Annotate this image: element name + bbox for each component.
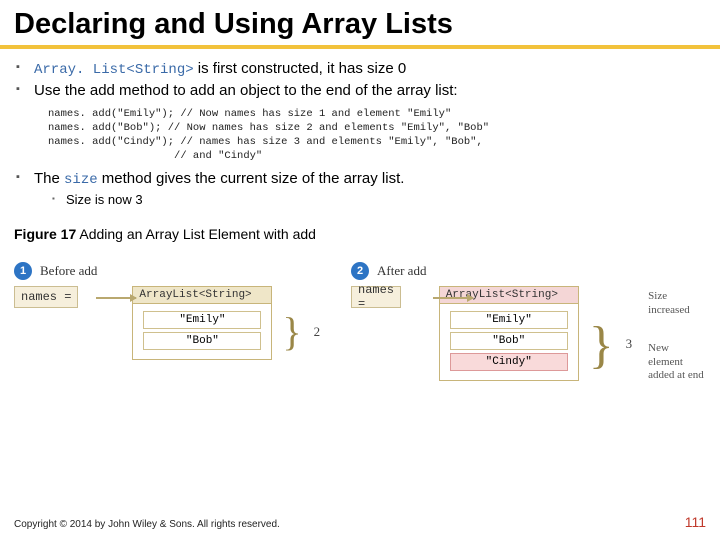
bullet-1-text: is first constructed, it has size 0 <box>194 60 407 77</box>
panel-before-title: Before add <box>40 263 97 279</box>
var-box-before: names = <box>14 286 78 308</box>
bullet-3-pre: The <box>34 170 64 187</box>
panel-after-title: After add <box>377 263 426 279</box>
arrow-icon <box>96 297 136 299</box>
bullet-1: Array. List<String> is first constructed… <box>14 59 706 79</box>
page-title: Declaring and Using Array Lists <box>0 0 720 49</box>
note-size-increased: Size increased <box>642 290 706 318</box>
obj-body-before: "Emily" "Bob" <box>133 304 271 359</box>
obj-body-after: "Emily" "Bob" "Cindy" <box>440 304 578 380</box>
obj-type-after: ArrayList<String> <box>440 287 578 304</box>
step-badge-2: 2 <box>351 262 369 280</box>
bullet-2: Use the add method to add an object to t… <box>14 81 706 101</box>
footer: Copyright © 2014 by John Wiley & Sons. A… <box>14 514 706 530</box>
list-item: "Bob" <box>143 332 261 350</box>
code-block: names. add("Emily"); // Now names has si… <box>14 103 706 170</box>
page-number: 111 <box>685 514 706 530</box>
list-item-new: "Cindy" <box>450 353 568 371</box>
content-area: Array. List<String> is first constructed… <box>0 49 720 208</box>
bullet-list: Array. List<String> is first constructed… <box>14 59 706 101</box>
obj-type-before: ArrayList<String> <box>133 287 271 304</box>
bullet-list-2: The size method gives the current size o… <box>14 169 706 208</box>
panel-after-head: 2 After add <box>351 262 706 280</box>
note-new-element: New element added at end <box>642 342 706 383</box>
size-label-before: 2 <box>312 306 321 340</box>
code-inline-size: size <box>64 172 98 188</box>
copyright-text: Copyright © 2014 by John Wiley & Sons. A… <box>14 519 280 530</box>
figure-caption-text: Adding an Array List Element with add <box>76 226 316 242</box>
brace-icon: } <box>589 308 614 361</box>
sub-bullet-1: Size is now 3 <box>52 192 706 209</box>
brace-icon: } <box>282 302 301 344</box>
step-badge-1: 1 <box>14 262 32 280</box>
panel-before-head: 1 Before add <box>14 262 325 280</box>
list-item: "Emily" <box>143 311 261 329</box>
list-item: "Emily" <box>450 311 568 329</box>
figure-caption: Figure 17 Adding an Array List Element w… <box>0 210 720 242</box>
arraylist-object-after: ArrayList<String> "Emily" "Bob" "Cindy" <box>439 286 579 381</box>
panel-before: 1 Before add names = ArrayList<String> "… <box>14 262 325 383</box>
panel-after: 2 After add names = ArrayList<String> "E… <box>351 262 706 383</box>
figure-number: Figure 17 <box>14 226 76 242</box>
code-inline: Array. List<String> <box>34 62 194 78</box>
panel-after-row: names = ArrayList<String> "Emily" "Bob" … <box>351 286 706 383</box>
var-box-after: names = <box>351 286 401 308</box>
sub-list: Size is now 3 <box>34 192 706 209</box>
arraylist-object-before: ArrayList<String> "Emily" "Bob" <box>132 286 272 360</box>
panel-before-row: names = ArrayList<String> "Emily" "Bob" … <box>14 286 325 360</box>
bullet-3: The size method gives the current size o… <box>14 169 706 208</box>
list-item: "Bob" <box>450 332 568 350</box>
bullet-3-post: method gives the current size of the arr… <box>98 170 405 187</box>
arrow-icon <box>433 297 473 299</box>
size-label-after: 3 <box>624 318 633 352</box>
figure-area: 1 Before add names = ArrayList<String> "… <box>0 242 720 383</box>
